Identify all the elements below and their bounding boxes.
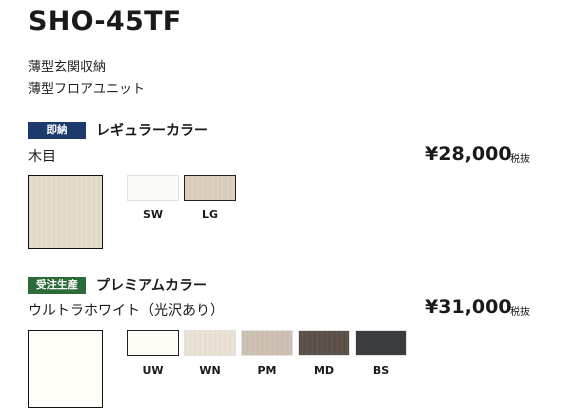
premium-color-heading: プレミアムカラー	[96, 278, 208, 294]
swatch-md[interactable]	[298, 330, 350, 356]
swatch-wn-label: WN	[199, 364, 221, 377]
swatch-uw[interactable]	[127, 330, 179, 356]
product-code: SHO-45TF	[28, 6, 182, 37]
premium-price: ¥31,000	[425, 296, 512, 318]
regular-tax-label: 税抜	[510, 154, 530, 165]
regular-price: ¥28,000	[425, 143, 512, 165]
premium-tax-label: 税抜	[510, 307, 530, 318]
swatch-lg-label: LG	[201, 208, 219, 221]
regular-preview-swatch	[28, 175, 103, 249]
premium-preview-swatch	[28, 330, 103, 408]
swatch-bs-label: BS	[372, 364, 390, 377]
regular-variant-name: 木目	[28, 149, 56, 165]
swatch-pm[interactable]	[241, 330, 293, 356]
swatch-sw-label: SW	[142, 208, 164, 221]
swatch-wn[interactable]	[184, 330, 236, 356]
swatch-uw-label: UW	[142, 364, 164, 377]
swatch-pm-label: PM	[257, 364, 277, 377]
swatch-sw[interactable]	[127, 175, 179, 201]
made-to-order-badge: 受注生産	[28, 277, 86, 294]
premium-variant-name: ウルトラホワイト（光沢あり）	[28, 303, 224, 319]
swatch-lg[interactable]	[184, 175, 236, 201]
in-stock-badge: 即納	[28, 122, 86, 139]
product-category-2: 薄型フロアユニット	[28, 82, 146, 97]
product-category-1: 薄型玄関収納	[28, 60, 107, 75]
swatch-bs[interactable]	[355, 330, 407, 356]
swatch-md-label: MD	[313, 364, 335, 377]
regular-color-heading: レギュラーカラー	[96, 123, 208, 139]
